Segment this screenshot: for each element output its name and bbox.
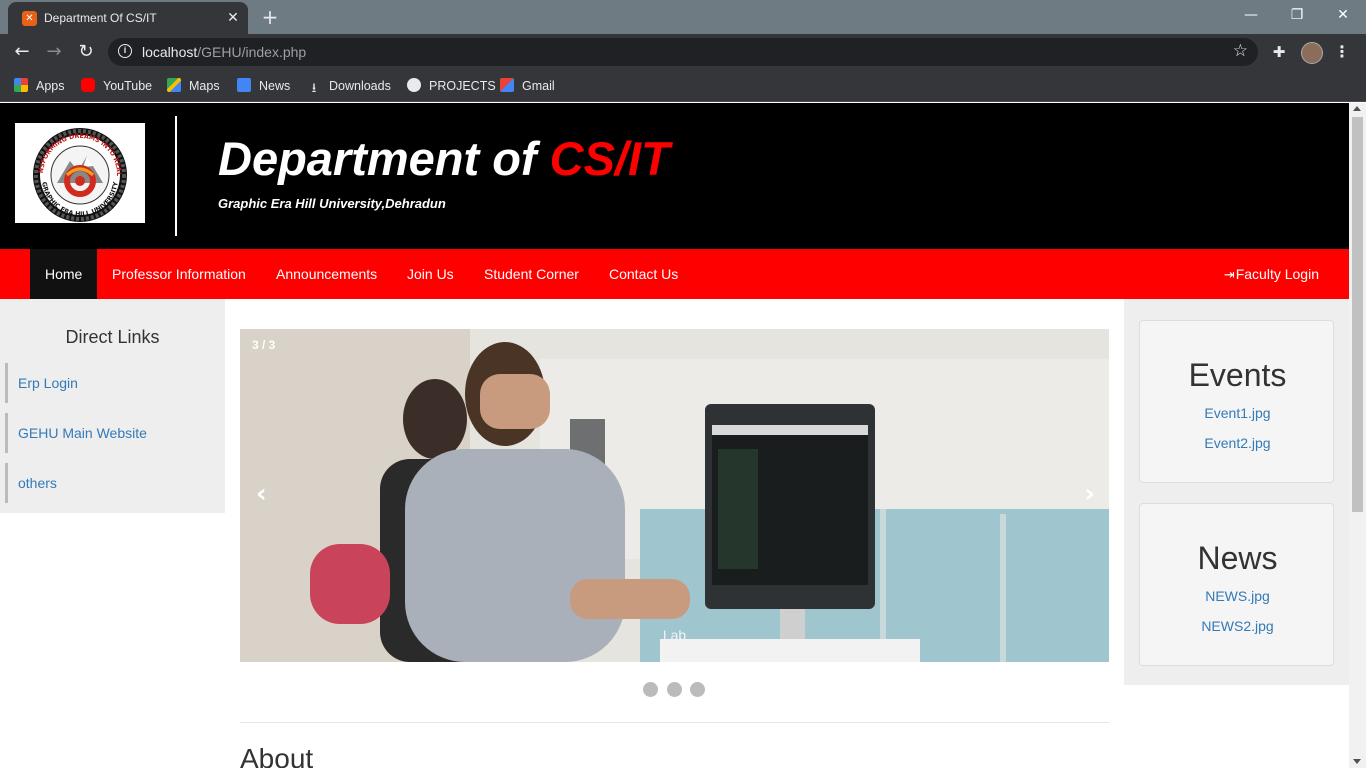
bookmark-star-icon[interactable]: ☆ — [1233, 41, 1248, 61]
event-link[interactable]: Event1.jpg — [1140, 405, 1335, 421]
image-slider[interactable]: 3 / 3 Lab ‹ › — [240, 329, 1109, 662]
page-scrollbar[interactable] — [1349, 103, 1366, 768]
browser-tab-bar: ✕ Department Of CS/IT ✕ + — ❐ ✕ — [0, 0, 1366, 34]
nav-home[interactable]: Home — [30, 249, 98, 299]
back-icon[interactable]: ← — [9, 39, 35, 65]
close-tab-icon[interactable]: ✕ — [224, 9, 242, 27]
nav-join-us[interactable]: Join Us — [392, 249, 469, 299]
slider-dot[interactable] — [690, 682, 705, 697]
bookmark-maps[interactable]: Maps — [167, 76, 220, 96]
header-divider — [175, 116, 177, 236]
apps-grid-icon — [14, 78, 28, 92]
download-icon: ⭳ — [311, 81, 317, 96]
scroll-down-arrow-icon[interactable] — [1353, 759, 1361, 764]
news-title: News — [1197, 540, 1278, 576]
kebab-menu-icon[interactable]: ⋮ — [1334, 41, 1350, 63]
previous-slide-arrow-icon[interactable]: ‹ — [256, 479, 267, 509]
slide-caption: Lab — [662, 627, 687, 643]
bookmark-projects[interactable]: PROJECTS — [407, 76, 496, 96]
bookmark-youtube[interactable]: YouTube — [81, 76, 152, 96]
lab-photo — [240, 329, 1109, 662]
profile-avatar[interactable] — [1301, 42, 1323, 64]
bookmark-downloads[interactable]: ⭳ Downloads — [307, 76, 391, 96]
page-subtitle: Graphic Era Hill University,Dehradun — [218, 196, 446, 211]
news-link[interactable]: NEWS2.jpg — [1140, 618, 1335, 634]
maps-icon — [167, 78, 181, 92]
news-icon — [237, 78, 251, 92]
tab-title: Department Of CS/IT — [44, 11, 157, 25]
restore-icon[interactable]: ❐ — [1274, 0, 1320, 32]
xampp-icon: ✕ — [22, 11, 37, 26]
nav-student-corner[interactable]: Student Corner — [469, 249, 594, 299]
bookmarks-bar: Apps YouTube Maps News ⭳ Downloads PROJEC… — [0, 70, 1366, 102]
address-bar[interactable]: i localhost/GEHU/index.php ☆ — [108, 38, 1258, 66]
globe-icon — [407, 78, 421, 92]
bookmark-apps[interactable]: Apps — [14, 76, 65, 96]
link-erp-login[interactable]: Erp Login — [5, 363, 215, 403]
page-title: Department of CS/IT — [218, 132, 670, 185]
next-slide-arrow-icon[interactable]: › — [1084, 479, 1095, 509]
main-navbar: Home Professor Information Announcements… — [0, 249, 1349, 299]
close-window-icon[interactable]: ✕ — [1320, 0, 1366, 32]
url-path: /GEHU/index.php — [197, 44, 307, 60]
slider-dot[interactable] — [667, 682, 682, 697]
bookmark-news[interactable]: News — [237, 76, 290, 96]
slider-dot[interactable] — [643, 682, 658, 697]
news-link[interactable]: NEWS.jpg — [1140, 588, 1335, 604]
slide-counter: 3 / 3 — [252, 338, 276, 352]
bookmark-gmail[interactable]: Gmail — [500, 76, 555, 96]
about-heading: About — [240, 743, 314, 768]
news-box: News NEWS.jpg NEWS2.jpg — [1139, 503, 1334, 666]
login-icon: ⇥ — [1223, 268, 1235, 283]
events-news-panel: Events Event1.jpg Event2.jpg News NEWS.j… — [1124, 299, 1349, 685]
info-icon[interactable]: i — [118, 44, 132, 58]
scrollbar-thumb[interactable] — [1352, 117, 1363, 512]
reload-icon[interactable]: ↻ — [73, 39, 99, 65]
events-box: Events Event1.jpg Event2.jpg — [1139, 320, 1334, 483]
link-others[interactable]: others — [5, 463, 215, 503]
extensions-icon[interactable]: ✚ — [1270, 43, 1288, 61]
forward-icon[interactable]: → — [41, 39, 67, 65]
nav-announcements[interactable]: Announcements — [261, 249, 392, 299]
direct-links-panel: Direct Links Erp Login GEHU Main Website… — [0, 299, 225, 513]
university-logo: TRANSFORMING DREAMS INTO REALITY GRAPHIC… — [12, 118, 145, 223]
browser-toolbar: ← → ↻ i localhost/GEHU/index.php ☆ ✚ ⋮ — [0, 34, 1366, 70]
faculty-login-link[interactable]: ⇥Faculty Login — [1224, 249, 1319, 299]
direct-links-title: Direct Links — [65, 327, 160, 347]
new-tab-icon[interactable]: + — [258, 5, 282, 29]
slider-dots — [643, 682, 709, 697]
site-header: TRANSFORMING DREAMS INTO REALITY GRAPHIC… — [0, 103, 1349, 249]
event-link[interactable]: Event2.jpg — [1140, 435, 1335, 451]
link-gehu-main-website[interactable]: GEHU Main Website — [5, 413, 215, 453]
gmail-icon — [500, 78, 514, 92]
nav-professor-information[interactable]: Professor Information — [97, 249, 261, 299]
youtube-icon — [81, 78, 95, 92]
section-divider — [240, 722, 1109, 723]
web-page: TRANSFORMING DREAMS INTO REALITY GRAPHIC… — [0, 103, 1349, 768]
events-title: Events — [1188, 357, 1287, 393]
scroll-up-arrow-icon[interactable] — [1353, 106, 1361, 111]
minimize-icon[interactable]: — — [1228, 0, 1274, 32]
url-host: localhost — [142, 44, 198, 60]
url-text: localhost/GEHU/index.php — [142, 44, 306, 60]
browser-tab[interactable]: ✕ Department Of CS/IT ✕ — [8, 2, 248, 34]
nav-contact-us[interactable]: Contact Us — [594, 249, 693, 299]
